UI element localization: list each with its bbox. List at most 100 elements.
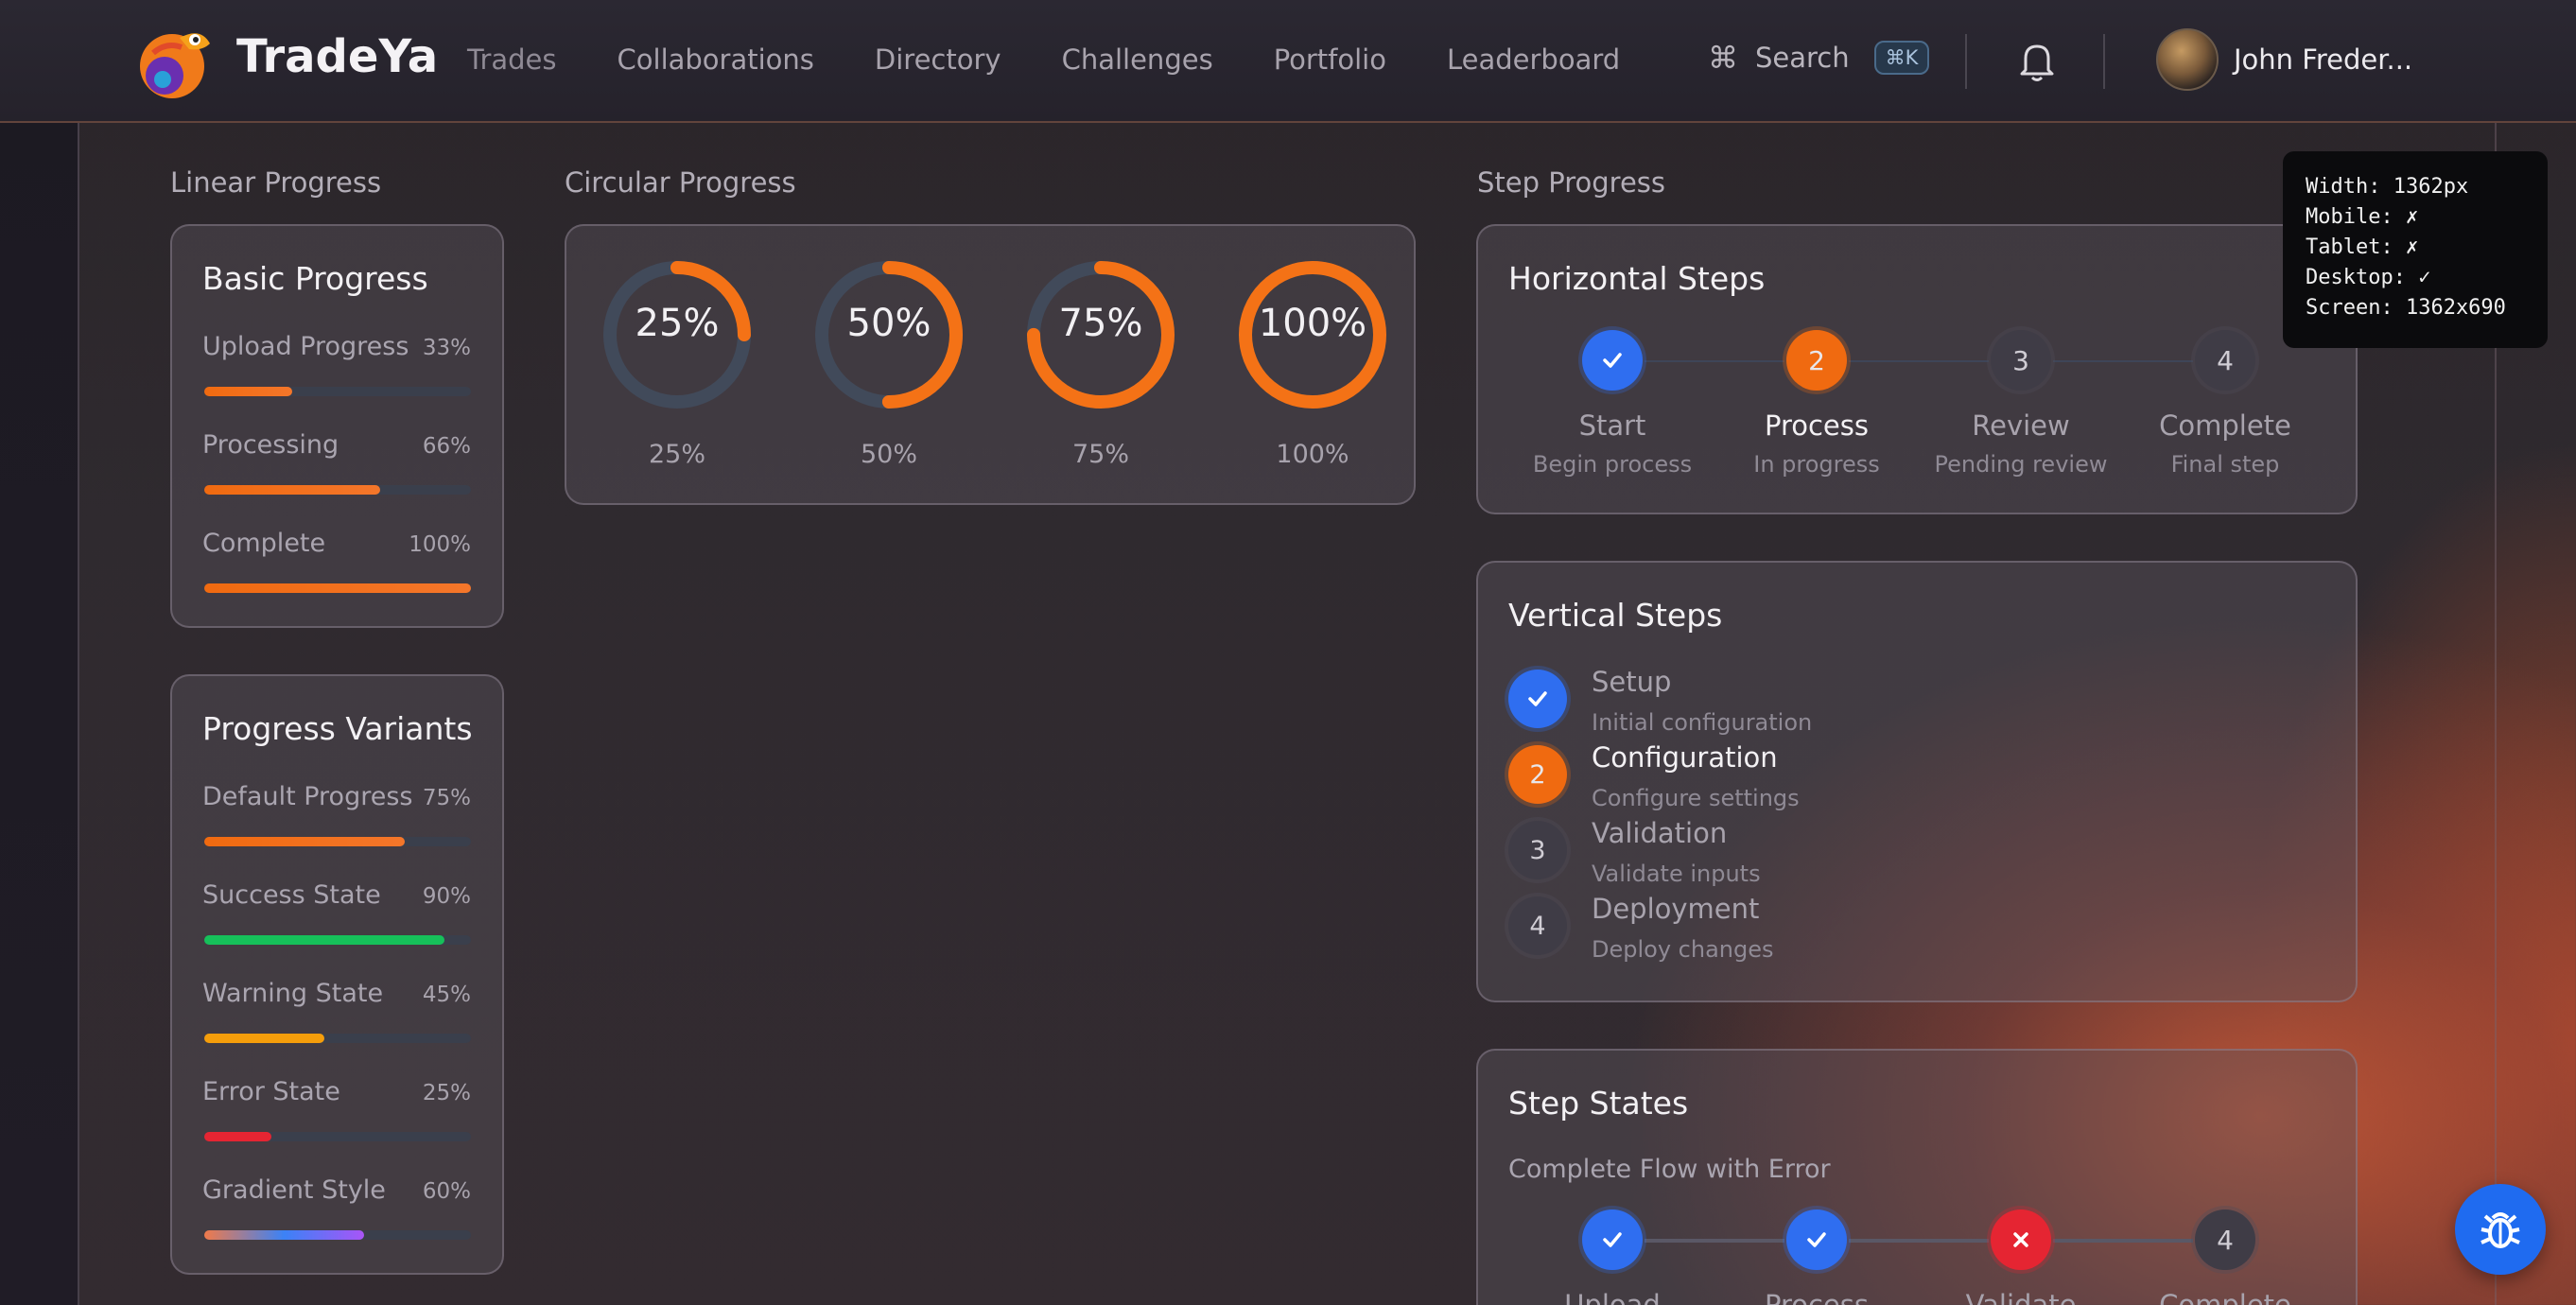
step-indicator[interactable] bbox=[1582, 1209, 1643, 1270]
debug-button[interactable] bbox=[2455, 1184, 2546, 1275]
step-indicator[interactable] bbox=[1786, 1209, 1847, 1270]
step-number: 2 bbox=[1529, 759, 1546, 790]
step-indicator[interactable]: 4 bbox=[2195, 1209, 2255, 1270]
nav-link-leaderboard[interactable]: Leaderboard bbox=[1447, 44, 1620, 76]
nav-divider bbox=[1965, 34, 1967, 89]
step-name: Configuration bbox=[1592, 741, 1778, 774]
top-navbar: TradeYa Trades Collaborations Directory … bbox=[0, 0, 2576, 123]
vertical-step-validation[interactable]: 3 Validation Validate inputs bbox=[1508, 817, 2076, 896]
step-states-card: Step States Complete Flow with Error Upl… bbox=[1476, 1049, 2358, 1305]
step-number: 4 bbox=[2217, 1224, 2234, 1256]
vertical-steps-card: Vertical Steps Setup Initial configuratio… bbox=[1476, 561, 2358, 1002]
progress-fill bbox=[204, 935, 444, 945]
ring-center-value: 75% bbox=[1058, 302, 1143, 345]
horizontal-step-review[interactable]: 3 Review Pending review bbox=[1917, 330, 2125, 478]
section-label-linear: Linear Progress bbox=[170, 166, 382, 199]
check-icon bbox=[1528, 691, 1547, 706]
step-state-upload[interactable]: Upload bbox=[1508, 1209, 1716, 1305]
vertical-step-deployment[interactable]: 4 Deployment Deploy changes bbox=[1508, 893, 2076, 972]
search-label: Search bbox=[1755, 42, 1850, 74]
command-icon: ⌘ bbox=[1708, 40, 1738, 76]
section-label-circular: Circular Progress bbox=[565, 166, 796, 199]
card-title: Horizontal Steps bbox=[1508, 260, 1766, 297]
step-name: Upload bbox=[1564, 1289, 1661, 1305]
step-number: 4 bbox=[1529, 911, 1546, 941]
card-title: Vertical Steps bbox=[1508, 597, 1723, 634]
section-label-step: Step Progress bbox=[1477, 166, 1666, 199]
step-description: Final step bbox=[2170, 451, 2280, 478]
nav-link-portfolio[interactable]: Portfolio bbox=[1274, 44, 1386, 76]
nav-divider bbox=[2103, 34, 2105, 89]
ring-caption: 100% bbox=[1276, 440, 1349, 469]
horizontal-step-process[interactable]: 2 Process In progress bbox=[1713, 330, 1921, 478]
check-icon bbox=[1603, 353, 1622, 368]
progress-fill bbox=[204, 387, 293, 396]
ring-caption: 50% bbox=[860, 440, 917, 469]
horizontal-step-start[interactable]: Start Begin process bbox=[1508, 330, 1716, 478]
progress-item: Complete 100% bbox=[202, 529, 471, 593]
search-button[interactable]: ⌘ Search ⌘K bbox=[1708, 40, 1930, 76]
left-edge-strip bbox=[0, 0, 78, 1305]
step-state-validate[interactable]: Validate bbox=[1917, 1209, 2125, 1305]
step-indicator[interactable]: 3 bbox=[1508, 821, 1567, 879]
step-name: Setup bbox=[1592, 666, 1672, 698]
step-state-complete[interactable]: 4 Complete bbox=[2121, 1209, 2329, 1305]
vertical-step-configuration[interactable]: 2 Configuration Configure settings bbox=[1508, 741, 2076, 821]
progress-fill bbox=[204, 583, 471, 593]
step-name: Complete bbox=[2159, 1289, 2291, 1305]
step-description: Begin process bbox=[1532, 451, 1693, 478]
progress-track bbox=[204, 387, 471, 396]
step-indicator[interactable] bbox=[1582, 330, 1643, 391]
progress-item: Success State 90% bbox=[202, 880, 471, 945]
step-name: Deployment bbox=[1592, 893, 1760, 925]
progress-fill bbox=[204, 1132, 271, 1141]
step-number: 2 bbox=[1808, 344, 1825, 376]
step-name: Validation bbox=[1592, 817, 1728, 849]
step-description: Pending review bbox=[1934, 451, 2108, 478]
step-indicator[interactable] bbox=[1991, 1209, 2051, 1270]
progress-value: 45% bbox=[422, 983, 471, 1007]
step-number: 3 bbox=[1529, 835, 1546, 865]
step-description: Configure settings bbox=[1592, 785, 1800, 811]
ring-center-value: 100% bbox=[1258, 302, 1367, 345]
user-name[interactable]: John Freder... bbox=[2234, 44, 2412, 76]
bell-icon[interactable] bbox=[2018, 40, 2056, 83]
step-indicator[interactable]: 4 bbox=[2195, 330, 2255, 391]
step-name: Start bbox=[1578, 409, 1646, 442]
tradeya-logo-icon[interactable] bbox=[134, 19, 219, 104]
main-nav-links: Trades Collaborations Directory Challeng… bbox=[467, 44, 1680, 76]
horizontal-step-complete[interactable]: 4 Complete Final step bbox=[2121, 330, 2329, 478]
progress-item: Default Progress 75% bbox=[202, 782, 471, 846]
step-state-process[interactable]: Process bbox=[1713, 1209, 1921, 1305]
step-indicator[interactable]: 3 bbox=[1991, 330, 2051, 391]
nav-link-challenges[interactable]: Challenges bbox=[1062, 44, 1213, 76]
progress-value: 25% bbox=[422, 1081, 471, 1105]
progress-track bbox=[204, 485, 471, 495]
progress-track bbox=[204, 1132, 471, 1141]
progress-fill bbox=[204, 1230, 365, 1240]
brand-name[interactable]: TradeYa bbox=[236, 30, 438, 83]
nav-link-collaborations[interactable]: Collaborations bbox=[618, 44, 814, 76]
step-description: Deploy changes bbox=[1592, 936, 1774, 963]
step-name: Complete bbox=[2159, 409, 2291, 442]
progress-track bbox=[204, 1034, 471, 1043]
content-frame-left bbox=[78, 123, 79, 1305]
nav-link-directory[interactable]: Directory bbox=[875, 44, 1001, 76]
step-indicator[interactable]: 2 bbox=[1508, 745, 1567, 804]
step-indicator[interactable]: 2 bbox=[1786, 330, 1847, 391]
step-name: Review bbox=[1972, 409, 2070, 442]
nav-link-trades[interactable]: Trades bbox=[467, 44, 557, 76]
progress-track bbox=[204, 583, 471, 593]
progress-track bbox=[204, 1230, 471, 1240]
user-avatar[interactable] bbox=[2156, 28, 2219, 91]
step-indicator[interactable]: 4 bbox=[1508, 896, 1567, 955]
progress-item: Upload Progress 33% bbox=[202, 332, 471, 396]
basic-progress-card: Basic Progress Upload Progress 33% Process… bbox=[170, 224, 504, 628]
close-icon bbox=[2013, 1232, 2028, 1247]
step-name: Validate bbox=[1965, 1289, 2077, 1305]
vertical-step-setup[interactable]: Setup Initial configuration bbox=[1508, 666, 2076, 745]
progress-value: 66% bbox=[422, 434, 471, 459]
step-indicator[interactable] bbox=[1508, 670, 1567, 728]
step-description: Validate inputs bbox=[1592, 861, 1761, 887]
progress-item: Gradient Style 60% bbox=[202, 1175, 471, 1240]
